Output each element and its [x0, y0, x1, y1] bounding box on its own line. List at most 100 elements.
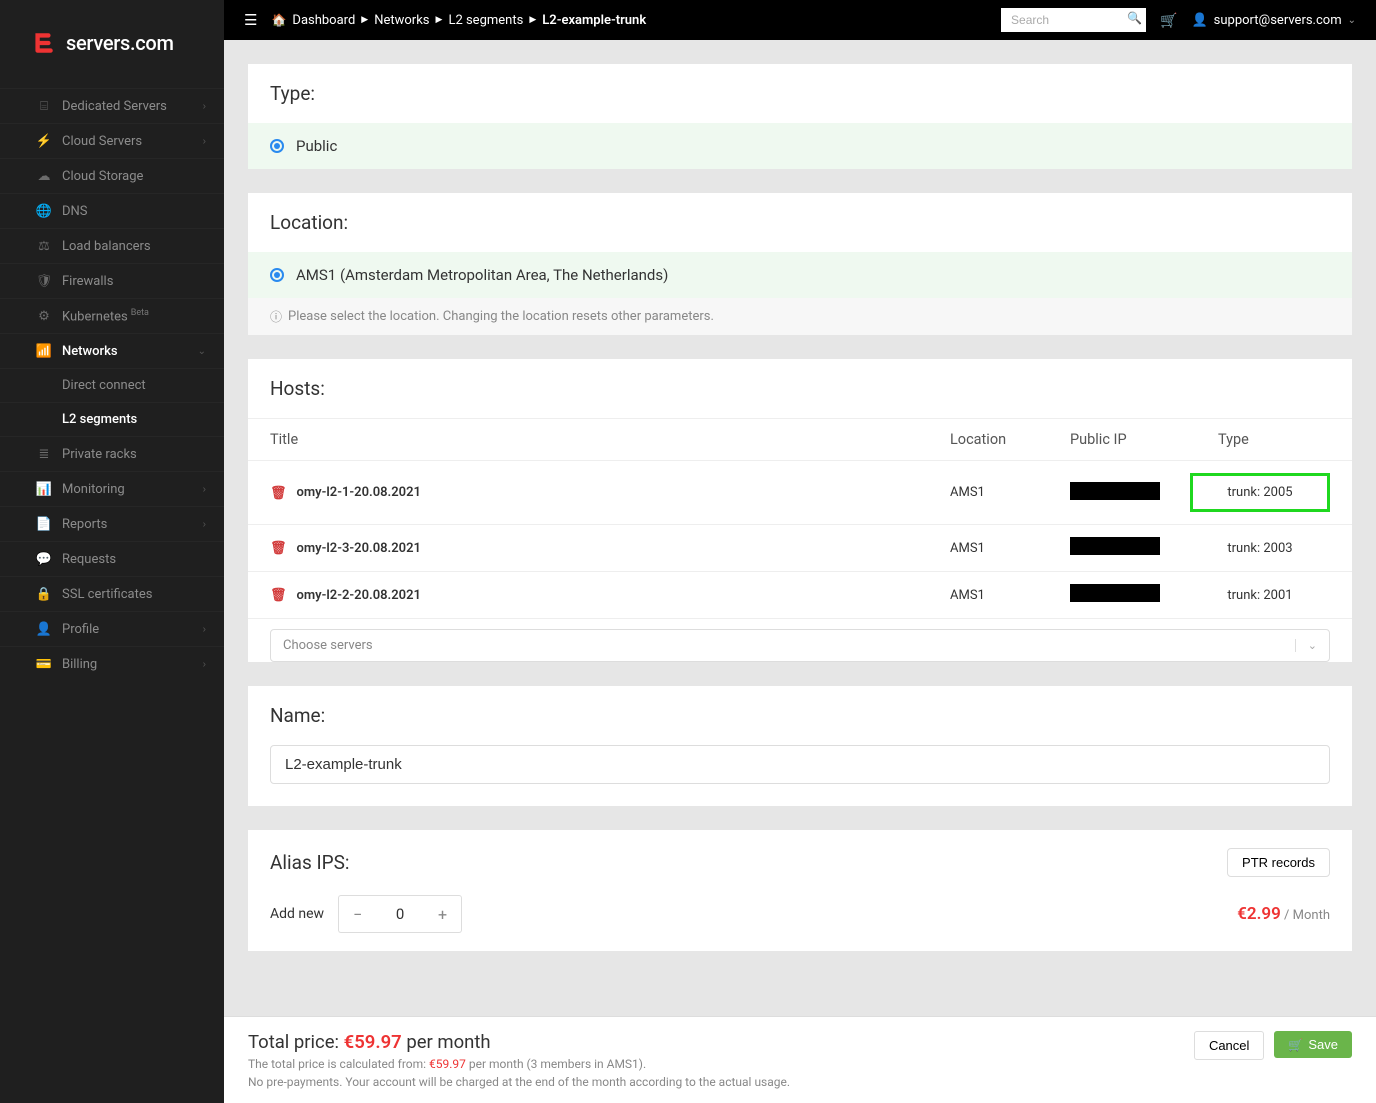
sidebar-item-label: Load balancers	[62, 239, 206, 254]
list-icon: ≣	[36, 446, 52, 462]
hosts-header: Hosts:	[248, 359, 1352, 418]
host-public-ip	[1070, 482, 1190, 504]
sidebar-item-label: Reports	[62, 517, 203, 532]
total-breakdown: The total price is calculated from: €59.…	[248, 1057, 1194, 1071]
content: Type: Public Location: AMS1 (Amsterdam M…	[224, 40, 1376, 1016]
chevron-right-icon: ›	[203, 136, 206, 147]
add-new-label: Add new	[270, 906, 324, 922]
search-input[interactable]	[1001, 8, 1146, 32]
redacted-ip	[1070, 537, 1160, 555]
sidebar-item-private-racks[interactable]: ≣Private racks	[0, 436, 224, 471]
chevron-right-icon: ›	[203, 519, 206, 530]
cog-icon: ⚙	[36, 308, 52, 324]
host-public-ip	[1070, 584, 1190, 606]
user-icon: 👤	[36, 621, 52, 637]
menu-toggle-icon[interactable]: ☰	[244, 11, 257, 29]
chat-icon: 💬	[36, 551, 52, 567]
sidebar-item-networks[interactable]: 📶Networks⌄	[0, 333, 224, 368]
save-label: Save	[1308, 1037, 1338, 1052]
sidebar-item-label: Dedicated Servers	[62, 99, 203, 114]
ptr-records-button[interactable]: PTR records	[1227, 848, 1330, 877]
breadcrumb-item: L2-example-trunk	[542, 13, 646, 28]
sidebar-item-label: Monitoring	[62, 482, 203, 497]
radio-selected-icon	[270, 139, 284, 153]
sidebar-item-label: Billing	[62, 657, 203, 672]
sidebar-item-monitoring[interactable]: 📊Monitoring›	[0, 471, 224, 506]
home-icon[interactable]: 🏠	[271, 13, 286, 27]
primary-nav: ⌸Dedicated Servers›⚡Cloud Servers›☁Cloud…	[0, 88, 224, 681]
brand-name: servers.com	[66, 31, 174, 55]
chevron-down-icon: ⌄	[198, 346, 206, 357]
breadcrumb-item[interactable]: Networks	[374, 13, 429, 28]
choose-servers-placeholder: Choose servers	[283, 638, 373, 653]
breadcrumb-separator-icon: ▶	[529, 15, 536, 25]
host-location: AMS1	[950, 588, 1070, 603]
type-option-public[interactable]: Public	[248, 123, 1352, 169]
location-panel: Location: AMS1 (Amsterdam Metropolitan A…	[248, 193, 1352, 335]
breadcrumb-item[interactable]: L2 segments	[448, 13, 523, 28]
user-menu[interactable]: 👤 support@servers.com ⌄	[1191, 12, 1356, 28]
logo[interactable]: servers.com	[0, 0, 224, 88]
search-icon[interactable]: 🔍	[1127, 11, 1142, 25]
col-publicip: Public IP	[1070, 431, 1190, 448]
billing-note: No pre-payments. Your account will be ch…	[248, 1075, 1194, 1089]
sidebar-subitem-label: Direct connect	[62, 378, 146, 393]
user-icon: 👤	[1191, 12, 1207, 28]
sidebar-item-label: Cloud Storage	[62, 169, 206, 184]
sidebar-item-label: Requests	[62, 552, 206, 567]
host-type: trunk: 2005	[1190, 473, 1330, 512]
shield-icon: 🛡	[36, 273, 52, 289]
sidebar-item-requests[interactable]: 💬 Requests	[0, 541, 224, 576]
table-row: 🗑omy-l2-3-20.08.2021AMS1trunk: 2003	[248, 525, 1352, 572]
chevron-down-icon: ⌄	[1348, 15, 1356, 26]
choose-servers-select[interactable]: Choose servers ⌄	[270, 629, 1330, 662]
col-location: Location	[950, 431, 1070, 448]
name-panel: Name:	[248, 686, 1352, 806]
alias-quantity-stepper: − 0 +	[338, 895, 462, 933]
host-title[interactable]: omy-l2-3-20.08.2021	[297, 541, 421, 556]
col-title: Title	[270, 431, 950, 448]
sidebar-item-dedicated-servers[interactable]: ⌸Dedicated Servers›	[0, 88, 224, 123]
lock-icon: 🔒	[36, 586, 52, 602]
trash-icon[interactable]: 🗑	[270, 587, 287, 603]
type-panel: Type: Public	[248, 64, 1352, 169]
sidebar-item-billing[interactable]: 💳Billing›	[0, 646, 224, 681]
location-option-ams1[interactable]: AMS1 (Amsterdam Metropolitan Area, The N…	[248, 252, 1352, 298]
name-input[interactable]	[270, 745, 1330, 784]
save-button[interactable]: 🛒 Save	[1274, 1031, 1352, 1058]
sidebar-item-load-balancers[interactable]: ⚖Load balancers	[0, 228, 224, 263]
type-option-label: Public	[296, 137, 337, 155]
chevron-right-icon: ›	[203, 659, 206, 670]
host-title[interactable]: omy-l2-2-20.08.2021	[297, 588, 421, 603]
sidebar-subitem-l2-segments[interactable]: L2 segments	[0, 402, 224, 436]
alias-price: €2.99 / Month	[1237, 904, 1330, 924]
location-header: Location:	[248, 193, 1352, 252]
host-public-ip	[1070, 537, 1190, 559]
topbar: ☰ 🏠Dashboard▶Networks▶L2 segments▶L2-exa…	[224, 0, 1376, 40]
trash-icon[interactable]: 🗑	[270, 485, 287, 501]
info-icon: ⓘ	[270, 308, 282, 325]
sidebar-item-dns[interactable]: 🌐DNS	[0, 193, 224, 228]
cart-icon: 🛒	[1288, 1038, 1303, 1052]
sidebar-item-label: SSL certificates	[62, 587, 206, 602]
sidebar-item-kubernetes[interactable]: ⚙KubernetesBeta	[0, 298, 224, 333]
host-title[interactable]: omy-l2-1-20.08.2021	[297, 485, 421, 500]
stepper-minus-button[interactable]: −	[338, 895, 376, 933]
sidebar-item-ssl-certificates[interactable]: 🔒 SSL certificates	[0, 576, 224, 611]
sidebar-item-reports[interactable]: 📄Reports›	[0, 506, 224, 541]
location-option-label: AMS1 (Amsterdam Metropolitan Area, The N…	[296, 266, 668, 284]
sidebar-item-cloud-servers[interactable]: ⚡Cloud Servers›	[0, 123, 224, 158]
chart-icon: 📊	[36, 481, 52, 497]
sidebar-item-profile[interactable]: 👤Profile›	[0, 611, 224, 646]
radio-selected-icon	[270, 268, 284, 282]
breadcrumb-item[interactable]: Dashboard	[292, 13, 355, 28]
type-header: Type:	[248, 64, 1352, 123]
cancel-button[interactable]: Cancel	[1194, 1031, 1264, 1060]
stepper-plus-button[interactable]: +	[424, 895, 462, 933]
trash-icon[interactable]: 🗑	[270, 540, 287, 556]
sidebar-subitem-label: L2 segments	[62, 412, 137, 427]
sidebar-subitem-direct-connect[interactable]: Direct connect	[0, 368, 224, 402]
cart-icon[interactable]: 🛒	[1160, 12, 1177, 29]
sidebar-item-firewalls[interactable]: 🛡Firewalls	[0, 263, 224, 298]
sidebar-item-cloud-storage[interactable]: ☁Cloud Storage	[0, 158, 224, 193]
